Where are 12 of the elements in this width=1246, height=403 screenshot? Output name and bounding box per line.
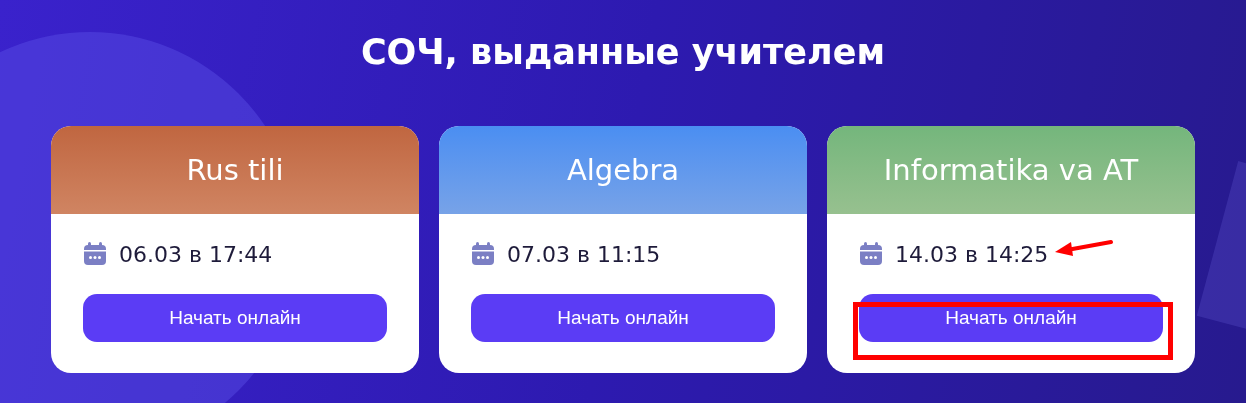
card-header: Informatika va AT [827,126,1195,214]
page-title: СОЧ, выданные учителем [360,31,886,74]
calendar-icon [471,242,495,266]
date-text: 06.03 в 17:44 [119,241,273,267]
card-header: Algebra [439,126,807,214]
date-text: 07.03 в 11:15 [507,241,661,267]
start-online-button[interactable]: Начать онлайн [83,294,387,342]
date-text: 14.03 в 14:25 [895,241,1049,267]
calendar-icon [859,242,883,266]
calendar-icon [83,242,107,266]
start-online-button[interactable]: Начать онлайн [471,294,775,342]
card-header: Rus tili [51,126,419,214]
